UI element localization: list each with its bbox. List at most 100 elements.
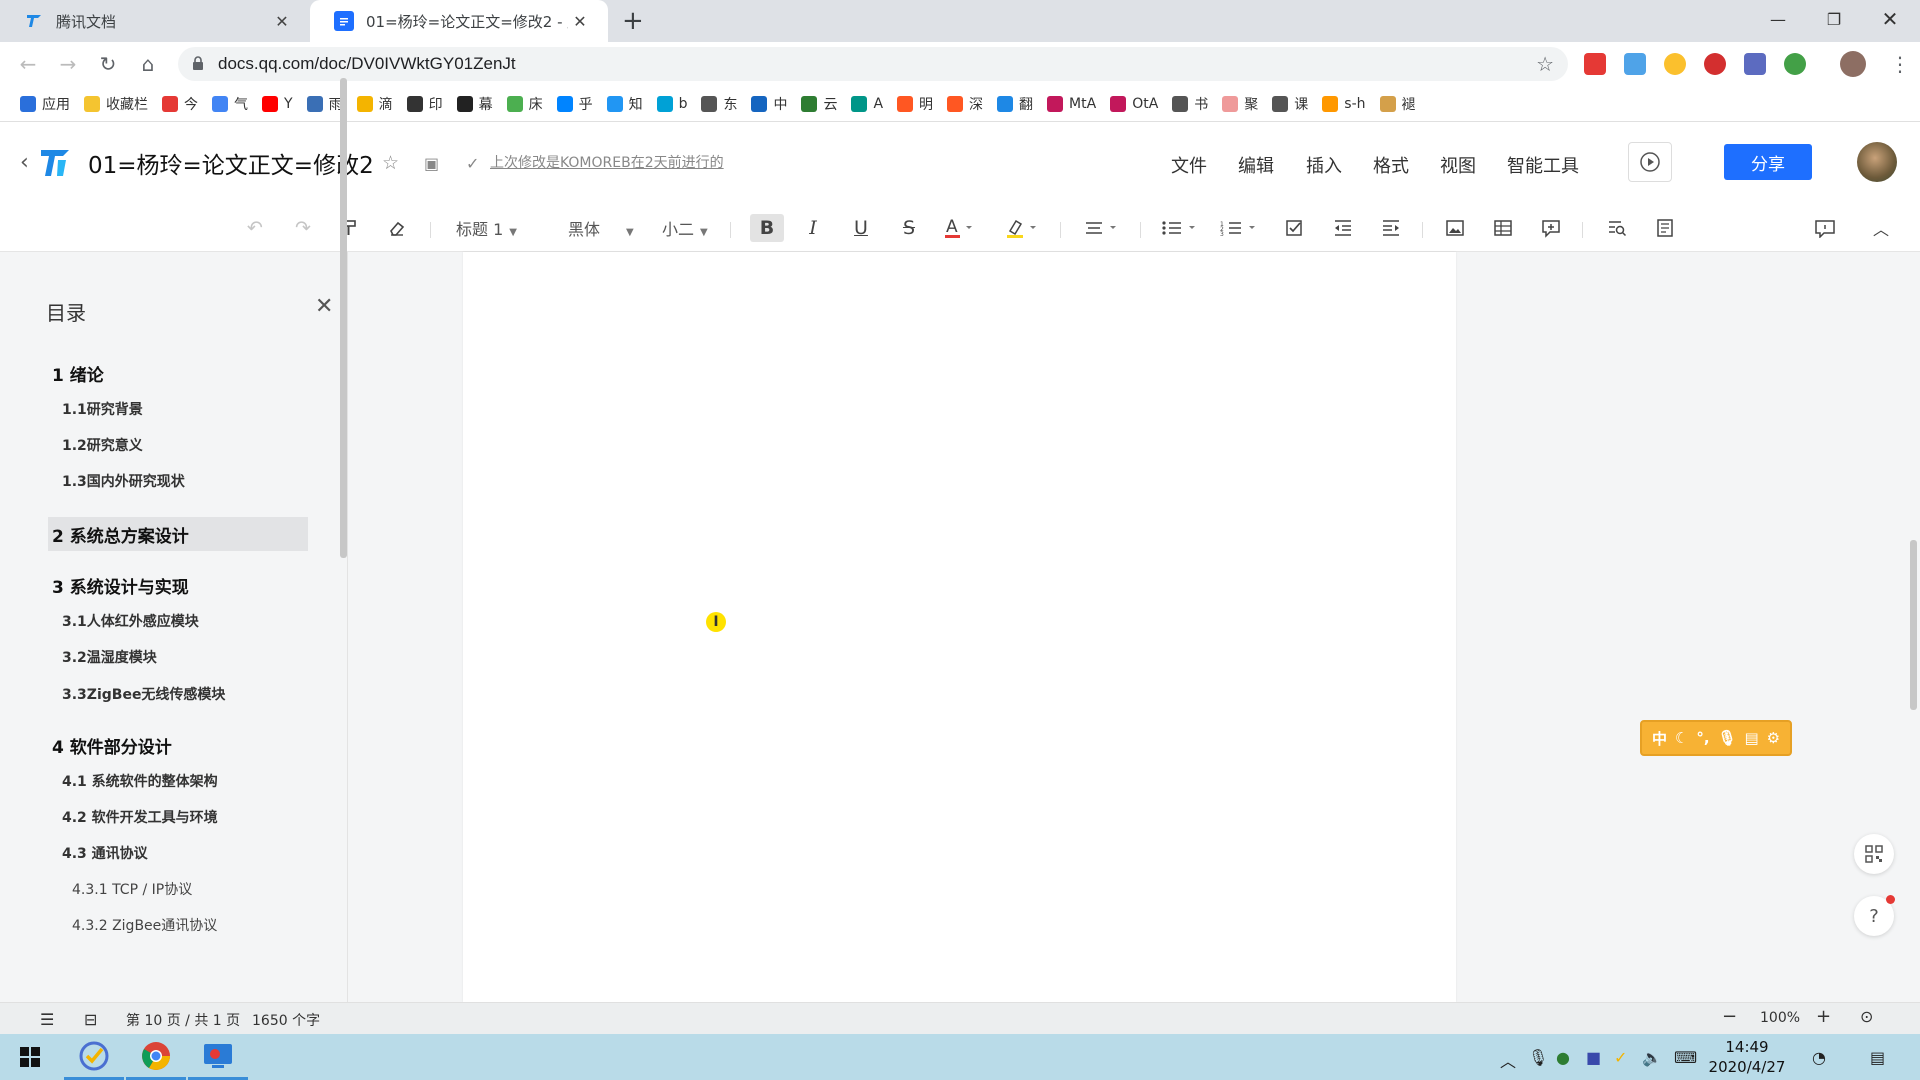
- menu-file[interactable]: 文件: [1171, 152, 1207, 178]
- bookmark-item[interactable]: MtA: [1047, 95, 1096, 112]
- zoom-in-icon[interactable]: +: [1816, 1006, 1831, 1027]
- highlight-color-icon[interactable]: [1006, 214, 1040, 242]
- taskbar-app-checkmark-icon[interactable]: [64, 1034, 124, 1080]
- collapse-toolbar-icon[interactable]: ︿: [1868, 214, 1894, 242]
- italic-icon[interactable]: I: [800, 214, 826, 242]
- ime-toolbar[interactable]: 中 ☾ °, 🎙 ▤ ⚙: [1640, 720, 1792, 756]
- browser-menu-icon[interactable]: ⋮: [1886, 52, 1914, 76]
- insert-table-icon[interactable]: [1490, 214, 1516, 242]
- extension-translate-icon[interactable]: [1744, 53, 1766, 75]
- toc-item[interactable]: 1.2研究意义: [48, 428, 308, 462]
- play-circle-icon[interactable]: ⊙: [1860, 1007, 1873, 1026]
- font-size-dropdown[interactable]: 小二 ▼: [662, 216, 708, 240]
- share-button[interactable]: 分享: [1724, 144, 1812, 180]
- toc-item[interactable]: 3 系统设计与实现: [48, 568, 308, 602]
- taskbar-recorder-icon[interactable]: [188, 1034, 248, 1080]
- bookmark-item[interactable]: 深: [947, 94, 983, 114]
- bookmark-item[interactable]: 中: [751, 94, 787, 114]
- extension-download-icon[interactable]: [1624, 53, 1646, 75]
- toc-item[interactable]: 4 软件部分设计: [48, 728, 308, 762]
- keyboard-icon[interactable]: ▤: [1744, 729, 1758, 747]
- toc-item[interactable]: 3.1人体红外感应模块: [48, 604, 308, 638]
- punctuation-icon[interactable]: °,: [1696, 729, 1709, 747]
- profile-avatar[interactable]: [1840, 51, 1866, 77]
- menu-insert[interactable]: 插入: [1306, 152, 1342, 178]
- back-chevron-icon[interactable]: ‹: [20, 150, 29, 175]
- tray-check-icon[interactable]: ✓: [1614, 1048, 1627, 1067]
- bookmark-item[interactable]: 翻: [997, 94, 1033, 114]
- tray-chevron-up-icon[interactable]: ︿: [1500, 1048, 1516, 1072]
- strikethrough-icon[interactable]: S: [896, 214, 922, 242]
- bookmark-item[interactable]: 明: [897, 94, 933, 114]
- taskbar-clock[interactable]: 14:49 2020/4/27: [1706, 1037, 1788, 1077]
- back-icon[interactable]: ←: [14, 52, 42, 76]
- reload-icon[interactable]: ↻: [94, 52, 122, 76]
- bookmark-item[interactable]: 滴: [356, 94, 393, 114]
- toc-item[interactable]: 4.3 通讯协议: [48, 836, 308, 870]
- bookmark-item[interactable]: OtA: [1110, 95, 1158, 112]
- bookmark-item[interactable]: 课: [1272, 94, 1308, 114]
- bookmark-item[interactable]: 乎: [556, 94, 593, 114]
- extension-megaphone-icon[interactable]: [1584, 53, 1606, 75]
- toc-item[interactable]: 1.1研究背景: [48, 392, 308, 426]
- menu-format[interactable]: 格式: [1373, 152, 1409, 178]
- bookmark-item[interactable]: Y: [262, 95, 293, 112]
- underline-icon[interactable]: U: [848, 214, 874, 242]
- toc-item[interactable]: 4.2 软件开发工具与环境: [48, 800, 308, 834]
- toc-item[interactable]: 3.3ZigBee无线传感模块: [48, 677, 308, 711]
- menu-smart-tools[interactable]: 智能工具: [1507, 152, 1579, 178]
- settings-gear-icon[interactable]: ⚙: [1767, 729, 1780, 747]
- undo-icon[interactable]: ↶: [242, 214, 268, 242]
- tray-user-icon[interactable]: ◔: [1812, 1048, 1826, 1067]
- extension-red-icon[interactable]: [1704, 53, 1726, 75]
- start-icon[interactable]: [0, 1034, 60, 1080]
- page-view-icon[interactable]: ⊟: [84, 1010, 97, 1029]
- tray-microphone-icon[interactable]: 🎙: [1528, 1048, 1548, 1067]
- font-family-dropdown[interactable]: 黑体 ▼: [568, 216, 634, 240]
- toc-item[interactable]: 4.3.1 TCP / IP协议: [48, 872, 308, 906]
- insert-comment-icon[interactable]: [1538, 214, 1564, 242]
- comments-panel-icon[interactable]: [1812, 214, 1838, 242]
- find-replace-icon[interactable]: [1604, 214, 1630, 242]
- bookmark-item[interactable]: 应用: [20, 94, 70, 114]
- close-window-icon[interactable]: ✕: [1862, 0, 1918, 38]
- folder-icon[interactable]: ▣: [424, 154, 439, 173]
- redo-icon[interactable]: ↷: [290, 214, 316, 242]
- bold-icon[interactable]: B: [750, 214, 784, 242]
- action-center-icon[interactable]: ▤: [1870, 1048, 1885, 1067]
- last-modified-link[interactable]: 上次修改是KOMOREB在2天前进行的: [490, 152, 724, 172]
- browser-tab[interactable]: 腾讯文档 ✕: [0, 0, 310, 42]
- bookmark-item[interactable]: 东: [701, 94, 737, 114]
- insert-image-icon[interactable]: [1442, 214, 1468, 242]
- user-avatar[interactable]: [1857, 142, 1897, 182]
- bulleted-list-icon[interactable]: [1160, 214, 1200, 242]
- toc-scrollbar[interactable]: [340, 78, 347, 558]
- tray-volume-icon[interactable]: 🔈: [1642, 1048, 1662, 1067]
- bookmark-item[interactable]: A: [851, 95, 883, 112]
- bookmark-item[interactable]: 云: [801, 94, 837, 114]
- clear-format-icon[interactable]: [384, 214, 410, 242]
- bookmark-item[interactable]: 书: [1172, 94, 1208, 114]
- decrease-indent-icon[interactable]: [1330, 214, 1356, 242]
- forward-icon[interactable]: →: [54, 52, 82, 76]
- ime-mode[interactable]: 中: [1652, 728, 1667, 749]
- home-icon[interactable]: ⌂: [134, 52, 162, 76]
- align-icon[interactable]: [1084, 214, 1120, 242]
- toc-item[interactable]: 3.2温湿度模块: [48, 640, 308, 674]
- bookmark-star-icon[interactable]: ☆: [1536, 52, 1554, 76]
- tencent-docs-logo[interactable]: [38, 145, 72, 179]
- toc-item[interactable]: 1 绪论: [48, 356, 308, 390]
- url-input[interactable]: docs.qq.com/doc/DV0IVWktGY01ZenJt ☆: [178, 47, 1568, 81]
- bookmark-item[interactable]: 聚: [1222, 94, 1258, 114]
- toc-item[interactable]: 4.1 系统软件的整体架构: [48, 764, 308, 798]
- menu-edit[interactable]: 编辑: [1238, 152, 1274, 178]
- extension-globe-icon[interactable]: [1784, 53, 1806, 75]
- page-layout-icon[interactable]: [1652, 214, 1678, 242]
- bookmark-item[interactable]: 褪: [1379, 94, 1416, 114]
- document-page[interactable]: [463, 252, 1456, 1002]
- star-icon[interactable]: ☆: [382, 152, 399, 174]
- bookmark-item[interactable]: 床: [506, 94, 543, 114]
- bookmark-item[interactable]: b: [656, 95, 687, 112]
- close-tab-icon[interactable]: ✕: [270, 12, 294, 31]
- minimize-icon[interactable]: —: [1750, 0, 1806, 38]
